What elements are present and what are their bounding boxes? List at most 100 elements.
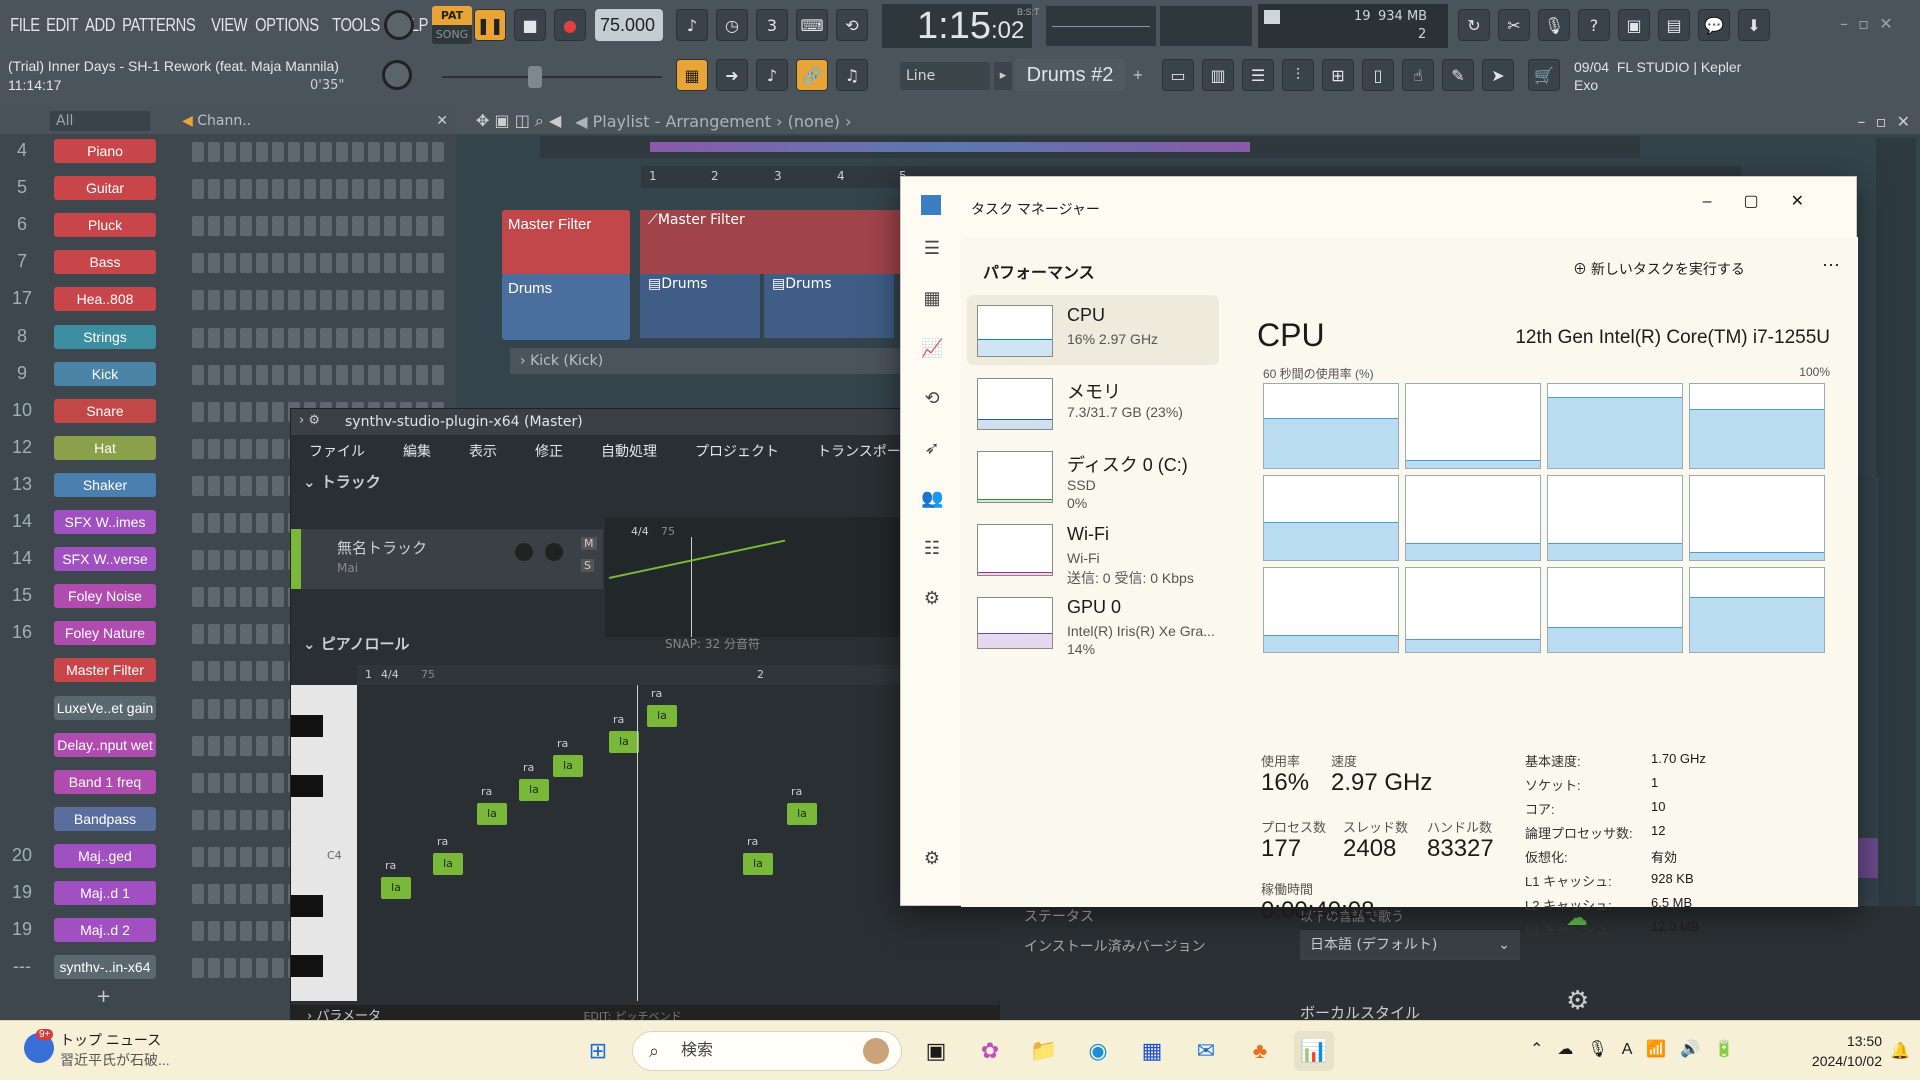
step-button[interactable] — [304, 142, 316, 162]
notification-bell-icon[interactable]: 🔔 — [1890, 1041, 1910, 1061]
step-button[interactable] — [240, 327, 252, 348]
step-button[interactable] — [272, 809, 284, 830]
step-button[interactable] — [224, 809, 236, 830]
edge-icon[interactable]: ◉ — [1078, 1031, 1118, 1071]
sv-menu-modify[interactable]: 修正 — [535, 441, 563, 461]
step-button[interactable] — [224, 438, 236, 459]
pat-song-toggle[interactable]: PAT SONG — [432, 6, 472, 44]
step-button[interactable] — [192, 438, 204, 459]
step-button[interactable] — [432, 216, 444, 237]
step-button[interactable] — [240, 513, 252, 533]
step-button[interactable] — [192, 698, 204, 719]
channel-button[interactable]: Kick — [54, 361, 156, 386]
track-master-filter[interactable]: Master Filter — [502, 210, 630, 276]
channel-row[interactable]: 6 Pluck — [0, 210, 456, 240]
step-button[interactable] — [256, 513, 268, 533]
step-button[interactable] — [352, 327, 364, 348]
menu-view[interactable]: VIEW — [207, 15, 251, 36]
sv-menu-view[interactable]: 表示 — [469, 441, 497, 461]
wrench-icon[interactable]: ➤ — [1482, 59, 1514, 91]
task-manager-icon[interactable]: 📊 — [1294, 1031, 1334, 1071]
channel-button[interactable]: SFX W..imes — [54, 510, 156, 534]
playlist-window-controls[interactable]: – ▫ ✕ — [1857, 112, 1910, 131]
step-button[interactable] — [240, 438, 252, 459]
step-button[interactable] — [256, 624, 268, 645]
step-button[interactable] — [400, 253, 412, 274]
step-button[interactable] — [208, 624, 220, 645]
step-button[interactable] — [256, 884, 268, 904]
step-button[interactable] — [256, 735, 268, 756]
services-icon[interactable]: ⚙ — [921, 587, 943, 609]
step-button[interactable] — [320, 179, 332, 200]
step-button[interactable] — [272, 438, 284, 459]
countdown-icon[interactable]: ◷ — [716, 9, 748, 41]
startup-icon[interactable]: ➶ — [921, 437, 943, 459]
note[interactable]: la — [477, 803, 507, 825]
step-button[interactable] — [352, 253, 364, 274]
step-button[interactable] — [304, 290, 316, 311]
note[interactable]: la — [647, 705, 677, 727]
close-icon[interactable]: ✕ — [436, 113, 448, 129]
step-button[interactable] — [416, 216, 428, 237]
step-button[interactable] — [384, 142, 396, 162]
channel-button[interactable]: Band 1 freq — [54, 769, 156, 794]
channel-rack-icon[interactable]: ☰ — [1242, 59, 1274, 91]
channel-button[interactable]: Delay..nput wet — [54, 732, 156, 757]
playlist-vertical-scrollbar[interactable] — [1876, 138, 1916, 1018]
step-button[interactable] — [256, 809, 268, 830]
metronome-icon[interactable]: ♪ — [676, 9, 708, 41]
step-button[interactable] — [352, 179, 364, 200]
step-button[interactable] — [224, 401, 236, 422]
channel-row[interactable]: 4 Piano — [0, 136, 456, 166]
step-button[interactable] — [336, 290, 348, 311]
step-button[interactable] — [272, 587, 284, 608]
details-icon[interactable]: ☷ — [921, 537, 943, 559]
channel-row[interactable]: 7 Bass — [0, 247, 456, 277]
kick-channel-window[interactable]: › Kick (Kick) — [510, 348, 900, 374]
step-button[interactable] — [192, 253, 204, 274]
step-button[interactable] — [240, 698, 252, 719]
step-button[interactable] — [208, 884, 220, 904]
menu-tools[interactable]: TOOLS — [328, 15, 384, 36]
channel-button[interactable]: Maj..d 1 — [54, 881, 156, 905]
step-button[interactable] — [224, 735, 236, 756]
browser-icon[interactable]: ⊞ — [1322, 59, 1354, 91]
step-button[interactable] — [224, 661, 236, 682]
step-button[interactable] — [240, 735, 252, 756]
parameters-section[interactable]: › パラメータ EDIT: ピッチベンド — [291, 1005, 1001, 1024]
slider-thumb[interactable] — [528, 66, 542, 88]
touch-icon[interactable]: ☝ — [1402, 59, 1434, 91]
step-button[interactable] — [304, 364, 316, 385]
step-button[interactable] — [224, 884, 236, 904]
undo-icon[interactable]: ↻ — [1458, 9, 1490, 41]
step-button[interactable] — [320, 327, 332, 348]
step-button[interactable] — [256, 550, 268, 571]
step-button[interactable] — [256, 698, 268, 719]
channel-button[interactable]: Hea..808 — [54, 287, 156, 312]
step-button[interactable] — [368, 216, 380, 237]
perf-item[interactable]: Wi-Fi Wi-Fi 送信: 0 受信: 0 Kbps — [967, 514, 1219, 586]
step-button[interactable] — [192, 884, 204, 904]
step-button[interactable] — [272, 624, 284, 645]
channel-button[interactable]: Shaker — [54, 472, 156, 497]
step-button[interactable] — [400, 142, 412, 162]
clip-drums-1[interactable]: ▤Drums — [640, 274, 760, 338]
snap-setting[interactable]: SNAP: 32 分音符 — [665, 635, 760, 652]
piano-roll-icon[interactable]: ▦ — [676, 59, 708, 91]
step-button[interactable] — [224, 587, 236, 608]
step-button[interactable] — [256, 772, 268, 793]
step-button[interactable] — [352, 364, 364, 385]
note[interactable]: la — [609, 731, 639, 753]
add-pattern-icon[interactable]: + — [1128, 62, 1148, 90]
render-icon[interactable]: ▤ — [1658, 9, 1690, 41]
loop-record-icon[interactable]: ⟲ — [836, 9, 868, 41]
step-button[interactable] — [256, 216, 268, 237]
perf-item[interactable]: メモリ 7.3/31.7 GB (23%) — [967, 368, 1219, 438]
step-button[interactable] — [224, 179, 236, 200]
step-button[interactable] — [416, 364, 428, 385]
step-button[interactable] — [272, 550, 284, 571]
note[interactable]: la — [787, 803, 817, 825]
step-button[interactable] — [240, 772, 252, 793]
step-button[interactable] — [368, 327, 380, 348]
step-button[interactable] — [208, 513, 220, 533]
